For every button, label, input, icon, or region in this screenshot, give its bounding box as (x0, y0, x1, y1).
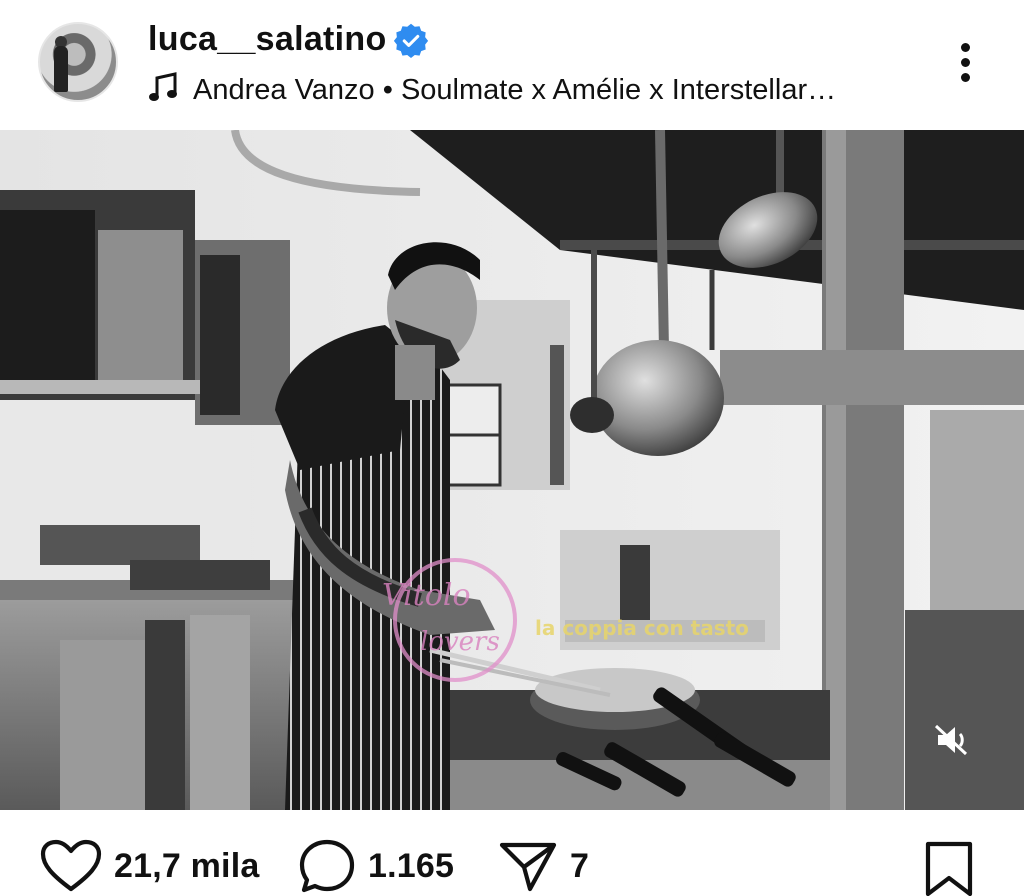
like-button[interactable]: 21,7 mila (40, 838, 259, 894)
comment-icon (299, 839, 355, 893)
svg-text:lovers: lovers (420, 627, 500, 657)
share-count: 7 (570, 846, 590, 885)
comment-count: 1.165 (368, 846, 455, 885)
post-photo[interactable]: Vitolo lovers la coppia con tasto (0, 130, 1024, 810)
music-note-icon (149, 72, 177, 101)
bookmark-icon (925, 841, 973, 896)
username[interactable]: luca__salatino (148, 18, 387, 60)
kitchen-photo: Vitolo lovers la coppia con tasto (0, 130, 1024, 810)
post-header: luca__salatino Andrea Vanzo • Soulmate x… (0, 0, 1024, 130)
mute-icon[interactable] (932, 720, 972, 760)
send-icon (499, 842, 557, 892)
share-button[interactable]: 7 (498, 838, 589, 894)
music-separator: • (382, 74, 393, 106)
like-count: 21,7 mila (114, 846, 260, 885)
save-button[interactable] (920, 840, 978, 896)
verified-badge-icon (393, 23, 429, 58)
music-info[interactable]: Andrea Vanzo • Soulmate x Amélie x Inter… (193, 72, 836, 108)
heart-icon (40, 839, 102, 892)
more-options-icon[interactable] (950, 40, 980, 86)
comment-button[interactable]: 1.165 (298, 838, 454, 894)
avatar[interactable] (38, 22, 118, 102)
music-track: Soulmate x Amélie x Interstellar… (400, 74, 837, 106)
svg-text:la coppia con tasto: la coppia con tasto (535, 616, 749, 640)
action-bar: 21,7 mila 1.165 7 (0, 810, 1024, 896)
svg-text:Vitolo: Vitolo (382, 578, 471, 613)
music-artist: Andrea Vanzo (193, 74, 375, 106)
